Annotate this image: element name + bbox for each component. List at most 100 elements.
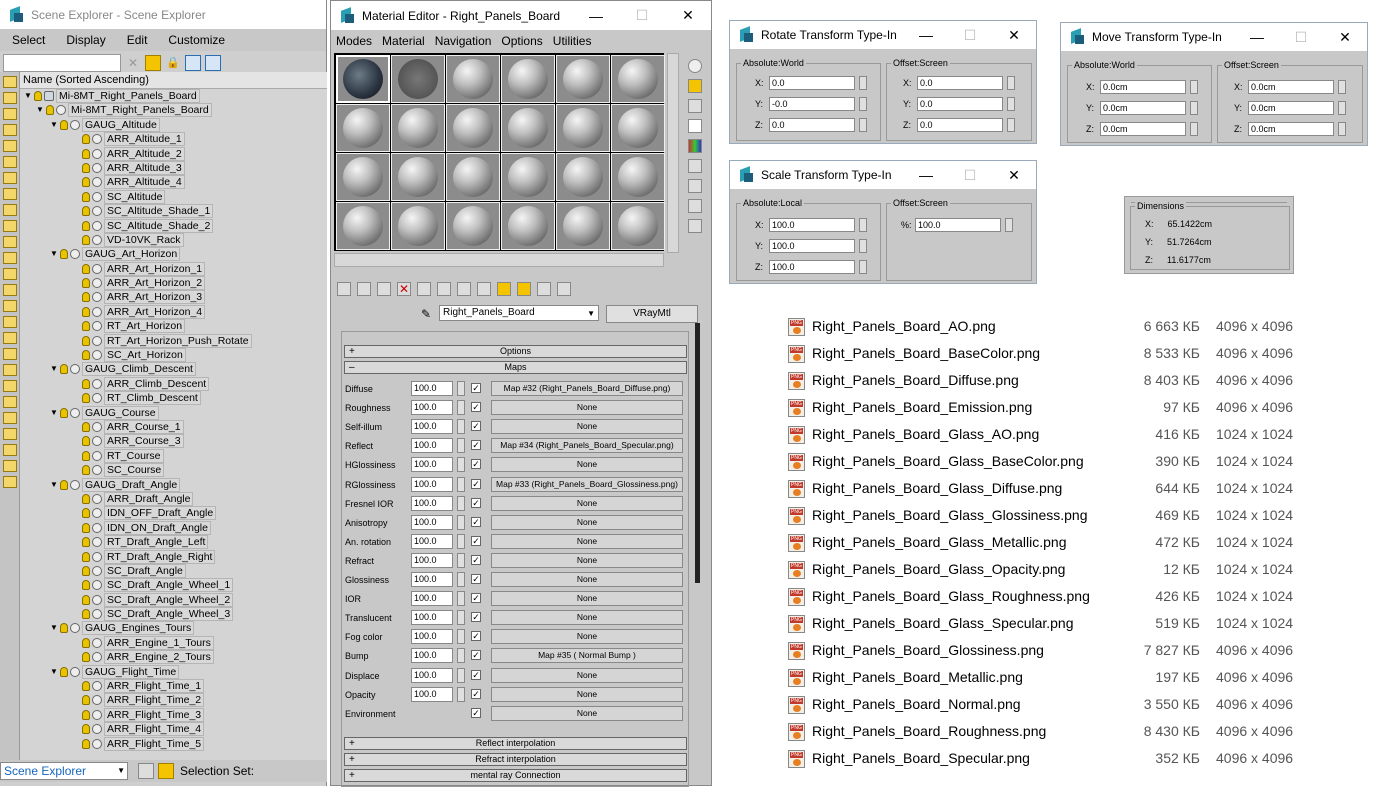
material-slot[interactable] bbox=[391, 55, 445, 103]
tree-row[interactable]: ▼ GAUG_Flight_Time bbox=[20, 664, 327, 679]
select-by-material-icon[interactable] bbox=[688, 199, 702, 213]
tree-row[interactable]: SC_Draft_Angle_Wheel_2 bbox=[20, 592, 327, 607]
file-row[interactable]: Right_Panels_Board_Emission.png 97 КБ 4096… bbox=[786, 394, 1326, 421]
light-bulb-icon[interactable] bbox=[82, 234, 90, 245]
link-icon[interactable] bbox=[205, 55, 221, 71]
tree-row[interactable]: ▼ GAUG_Climb_Descent bbox=[20, 362, 327, 377]
menu-select[interactable]: Select bbox=[0, 33, 54, 47]
tree-row[interactable]: ARR_Course_3 bbox=[20, 434, 327, 449]
move-off-x-input[interactable]: 0.0cm bbox=[1248, 80, 1334, 94]
material-slot[interactable] bbox=[501, 202, 555, 250]
rotate-off-y-input[interactable]: 0.0 bbox=[917, 97, 1003, 111]
light-bulb-icon[interactable] bbox=[82, 263, 90, 274]
rollout-header[interactable]: + Reflect interpolation bbox=[344, 737, 687, 750]
tree-row[interactable]: ARR_Altitude_2 bbox=[20, 146, 327, 161]
menu-options[interactable]: Options bbox=[496, 34, 547, 48]
filter-toggle-icon[interactable] bbox=[3, 108, 17, 120]
light-bulb-icon[interactable] bbox=[82, 738, 90, 749]
light-bulb-icon[interactable] bbox=[60, 249, 68, 260]
put-to-library-icon[interactable] bbox=[457, 282, 471, 296]
tree-row[interactable]: ▼ Mi-8MT_Right_Panels_Board bbox=[20, 89, 327, 103]
map-slot-button[interactable]: None bbox=[491, 457, 683, 473]
filter-toggle-icon[interactable] bbox=[3, 140, 17, 152]
map-amount-input[interactable]: 100.0 bbox=[411, 610, 453, 626]
filter-toggle-icon[interactable] bbox=[3, 316, 17, 328]
layers-icon[interactable] bbox=[138, 763, 154, 779]
minimize-button[interactable]: — bbox=[904, 21, 948, 50]
selection-set-icon[interactable] bbox=[158, 763, 174, 779]
tree-row[interactable]: ARR_Flight_Time_4 bbox=[20, 722, 327, 737]
filter-toggle-icon[interactable] bbox=[3, 172, 17, 184]
filter-icon[interactable] bbox=[145, 55, 161, 71]
material-slot[interactable] bbox=[556, 55, 610, 103]
filter-toggle-icon[interactable] bbox=[3, 444, 17, 456]
tree-row[interactable]: SC_Draft_Angle bbox=[20, 563, 327, 578]
tree-row[interactable]: RT_Course bbox=[20, 448, 327, 463]
filter-toggle-icon[interactable] bbox=[3, 412, 17, 424]
tree-row[interactable]: ARR_Engine_1_Tours bbox=[20, 635, 327, 650]
spinner[interactable] bbox=[1007, 118, 1015, 132]
rollout-header[interactable]: + Options bbox=[344, 345, 687, 358]
tree-row[interactable]: SC_Draft_Angle_Wheel_3 bbox=[20, 607, 327, 622]
make-preview-icon[interactable] bbox=[688, 159, 702, 173]
light-bulb-icon[interactable] bbox=[82, 292, 90, 303]
material-id-icon[interactable] bbox=[477, 282, 491, 296]
map-enable-checkbox[interactable]: ✓ bbox=[471, 421, 481, 432]
tree-row[interactable]: ARR_Altitude_1 bbox=[20, 132, 327, 147]
light-bulb-icon[interactable] bbox=[82, 350, 90, 361]
menu-display[interactable]: Display bbox=[54, 33, 114, 47]
map-slot-button[interactable]: Map #32 (Right_Panels_Board_Diffuse.png) bbox=[491, 381, 683, 396]
spinner[interactable] bbox=[457, 457, 465, 473]
sample-type-icon[interactable] bbox=[688, 59, 702, 73]
filter-toggle-icon[interactable] bbox=[3, 76, 17, 88]
options-icon[interactable] bbox=[688, 179, 702, 193]
file-row[interactable]: Right_Panels_Board_Glossiness.png 7 827 К… bbox=[786, 637, 1326, 664]
light-bulb-icon[interactable] bbox=[82, 220, 90, 231]
tree-row[interactable]: ARR_Draft_Angle bbox=[20, 491, 327, 506]
filter-toggle-icon[interactable] bbox=[3, 268, 17, 280]
maximize-button[interactable]: ☐ bbox=[619, 1, 665, 30]
expand-triangle-icon[interactable]: ▼ bbox=[50, 478, 58, 492]
spinner[interactable] bbox=[457, 686, 465, 702]
map-enable-checkbox[interactable]: ✓ bbox=[471, 593, 481, 604]
map-slot-button[interactable]: None bbox=[491, 533, 683, 549]
tree-row[interactable]: ARR_Flight_Time_3 bbox=[20, 707, 327, 722]
light-bulb-icon[interactable] bbox=[82, 393, 90, 404]
expand-triangle-icon[interactable]: ▼ bbox=[50, 665, 58, 679]
go-forward-sibling-icon[interactable] bbox=[557, 282, 571, 296]
spinner[interactable] bbox=[1190, 80, 1198, 94]
material-slot[interactable] bbox=[446, 104, 500, 152]
tree-row[interactable]: SC_Altitude bbox=[20, 189, 327, 204]
tree-row[interactable]: ARR_Art_Horizon_3 bbox=[20, 290, 327, 305]
scale-abs-z-input[interactable]: 100.0 bbox=[769, 260, 855, 274]
tree-row[interactable]: ▼ GAUG_Altitude bbox=[20, 117, 327, 132]
light-bulb-icon[interactable] bbox=[82, 306, 90, 317]
spinner[interactable] bbox=[457, 610, 465, 626]
filter-toggle-icon[interactable] bbox=[3, 284, 17, 296]
light-bulb-icon[interactable] bbox=[82, 522, 90, 533]
scale-off-percent-input[interactable]: 100.0 bbox=[915, 218, 1001, 232]
close-button[interactable]: ✕ bbox=[992, 21, 1036, 50]
spinner[interactable] bbox=[859, 118, 867, 132]
file-row[interactable]: Right_Panels_Board_Glass_Roughness.png 42… bbox=[786, 583, 1326, 610]
parameters-scrollbar[interactable] bbox=[695, 323, 700, 583]
map-enable-checkbox[interactable]: ✓ bbox=[471, 612, 481, 623]
map-enable-checkbox[interactable]: ✓ bbox=[471, 535, 481, 546]
spinner[interactable] bbox=[1007, 97, 1015, 111]
tree-row[interactable]: ▼ GAUG_Course bbox=[20, 405, 327, 420]
tree-row[interactable]: RT_Draft_Angle_Left bbox=[20, 535, 327, 550]
clear-search-icon[interactable]: ✕ bbox=[125, 55, 141, 71]
map-amount-input[interactable]: 100.0 bbox=[411, 495, 453, 511]
map-amount-input[interactable]: 100.0 bbox=[411, 686, 453, 702]
map-amount-input[interactable]: 100.0 bbox=[411, 381, 453, 396]
put-to-scene-icon[interactable] bbox=[357, 282, 371, 296]
expand-triangle-icon[interactable]: ▼ bbox=[50, 247, 58, 261]
tree-row[interactable]: ▼ GAUG_Draft_Angle bbox=[20, 477, 327, 492]
expand-triangle-icon[interactable]: ▼ bbox=[24, 89, 32, 103]
filter-toggle-icon[interactable] bbox=[3, 460, 17, 472]
light-bulb-icon[interactable] bbox=[82, 335, 90, 346]
map-enable-checkbox[interactable]: ✓ bbox=[471, 574, 481, 584]
map-slot-button[interactable]: None bbox=[491, 572, 683, 587]
light-bulb-icon[interactable] bbox=[60, 479, 68, 490]
spinner[interactable] bbox=[457, 533, 465, 549]
